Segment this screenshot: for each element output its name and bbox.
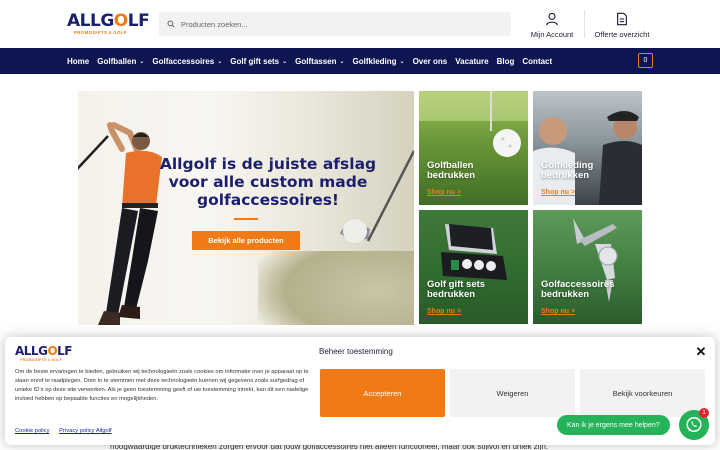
golf-ball-image — [419, 91, 528, 157]
site-header: ALLGOLF PROMOGIFTS 4 GOLF Mijn Account O… — [0, 0, 720, 48]
view-all-products-button[interactable]: Bekijk alle producten — [192, 231, 300, 250]
privacy-policy-link[interactable]: Privacy policy Allgolf — [59, 428, 112, 434]
main-navigation: Home Golfballen ⌄ Golfaccessoires ⌄ Golf g… — [0, 48, 720, 74]
chevron-down-icon: ⌄ — [399, 58, 405, 65]
tile-golfkleding[interactable]: Golfkleding bedrukken Shop nu > — [533, 91, 642, 205]
golfer-portrait-image — [533, 111, 642, 205]
hero-title: Allgolf is de juiste afslag voor alle cu… — [159, 155, 377, 209]
shop-now-link[interactable]: Shop nu > — [541, 308, 575, 315]
search-input[interactable] — [181, 19, 481, 29]
chevron-down-icon: ⌄ — [139, 58, 145, 65]
shop-now-link[interactable]: Shop nu > — [427, 308, 461, 315]
search-bar — [159, 12, 511, 36]
user-icon — [546, 12, 558, 26]
chevron-down-icon: ⌄ — [217, 58, 223, 65]
nav-item-vacature[interactable]: Vacature — [455, 57, 488, 66]
page: ALLGOLF PROMOGIFTS 4 GOLF Mijn Account O… — [0, 0, 720, 450]
hero-divider — [234, 218, 258, 220]
nav-item-over-ons[interactable]: Over ons — [413, 57, 448, 66]
gift-box-image — [441, 224, 507, 280]
accept-cookies-button[interactable]: Accepteren — [320, 369, 445, 417]
nav-item-golfaccessoires[interactable]: Golfaccessoires ⌄ — [152, 57, 222, 66]
chat-help-bubble[interactable]: Kan ik je ergens mee helpen? — [557, 415, 670, 435]
notification-badge: 1 — [699, 408, 709, 418]
tile-golf-gift-sets[interactable]: Golf gift sets bedrukken Shop nu > — [419, 210, 528, 324]
cart-button[interactable]: 0 — [638, 53, 653, 68]
divot-tool-image — [573, 218, 618, 302]
deny-cookies-button[interactable]: Weigeren — [450, 369, 575, 417]
header-divider — [584, 10, 585, 38]
cookie-links: Cookie policy Privacy policy Allgolf — [15, 428, 120, 434]
whatsapp-icon — [686, 416, 702, 433]
nav-item-blog[interactable]: Blog — [497, 57, 515, 66]
shop-now-link[interactable]: Shop nu > — [427, 189, 461, 196]
quote-overview-link[interactable]: Offerte overzicht — [592, 12, 652, 39]
hero-banner: Allgolf is de juiste afslag voor alle cu… — [78, 91, 414, 325]
cookie-body-text: Om de beste ervaringen te bieden, gebrui… — [15, 369, 309, 402]
cookie-policy-link[interactable]: Cookie policy — [15, 428, 49, 434]
nav-item-golftassen[interactable]: Golftassen ⌄ — [295, 57, 344, 66]
cart-count: 0 — [643, 57, 648, 64]
quote-overview-label: Offerte overzicht — [594, 30, 650, 39]
view-preferences-button[interactable]: Bekijk voorkeuren — [580, 369, 705, 417]
chevron-down-icon: ⌄ — [339, 58, 345, 65]
nav-item-golf-gift-sets[interactable]: Golf gift sets ⌄ — [230, 57, 287, 66]
my-account-link[interactable]: Mijn Account — [528, 12, 576, 39]
search-icon — [167, 20, 175, 28]
chevron-down-icon: ⌄ — [282, 58, 288, 65]
shop-now-link[interactable]: Shop nu > — [541, 189, 575, 196]
nav-item-contact[interactable]: Contact — [522, 57, 552, 66]
cookie-title: Beheer toestemming — [319, 347, 393, 356]
nav-item-home[interactable]: Home — [67, 57, 89, 66]
close-icon[interactable]: ✕ — [695, 345, 707, 358]
nav-item-golfkleding[interactable]: Golfkleding ⌄ — [353, 57, 405, 66]
cookie-allgolf-logo: ALLGOLF PROMOGIFTS 4 GOLF — [15, 344, 72, 362]
my-account-label: Mijn Account — [530, 30, 574, 39]
tile-golfaccessoires[interactable]: Golfaccessoires bedrukken Shop nu > — [533, 210, 642, 324]
nav-item-golfballen[interactable]: Golfballen ⌄ — [97, 57, 144, 66]
tile-golfballen[interactable]: Golfballen bedrukken Shop nu > — [419, 91, 528, 205]
document-icon — [617, 12, 627, 26]
allgolf-logo[interactable]: ALLGOLF PROMOGIFTS 4 GOLF — [67, 12, 150, 36]
